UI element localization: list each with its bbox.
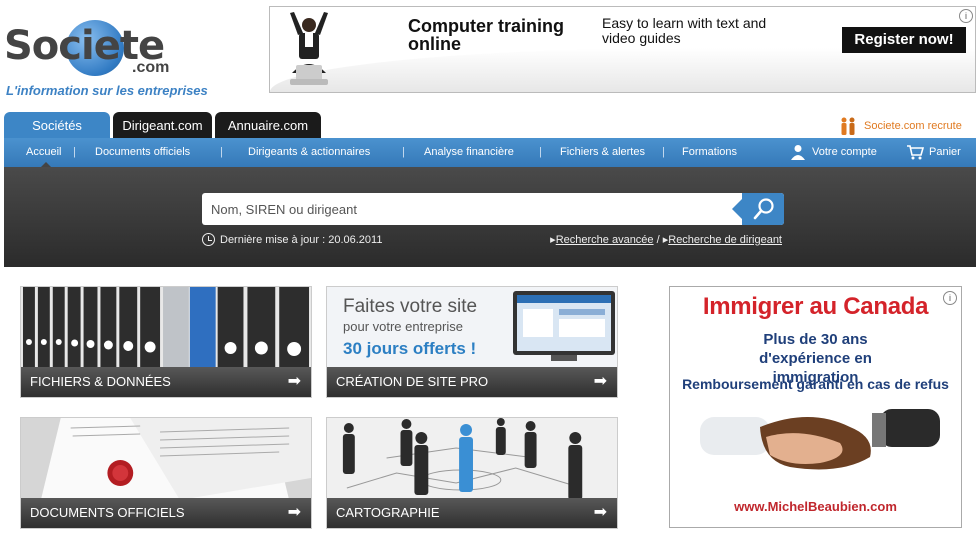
creation-line3: 30 jours offerts ! xyxy=(343,339,477,358)
nav-separator: | xyxy=(539,146,542,158)
advanced-search-link[interactable]: Recherche avancée xyxy=(556,234,654,246)
cart-link[interactable]: Panier xyxy=(906,138,961,166)
woman-laptop-illustration xyxy=(290,12,328,85)
links-separator: / xyxy=(656,234,660,246)
tile-cartographie[interactable]: CARTOGRAPHIE ➡ xyxy=(326,417,618,529)
ad-subtext: Easy to learn with text and video guides xyxy=(602,15,767,46)
creation-art: Faites votre site pour votre entreprise … xyxy=(327,287,617,369)
nav-dirigeants[interactable]: Dirigeants & actionnaires xyxy=(248,138,370,166)
cart-label: Panier xyxy=(929,146,961,158)
search-links: ▸Recherche avancée / ▸Recherche de dirig… xyxy=(550,234,782,246)
ad-swoosh xyxy=(270,48,975,92)
tile-creation-site[interactable]: Faites votre site pour votre entreprise … xyxy=(326,286,618,398)
search-icon xyxy=(753,198,774,220)
clock-icon xyxy=(202,233,215,246)
cart-icon xyxy=(907,145,924,160)
nav-formations[interactable]: Formations xyxy=(682,138,737,166)
documents-image xyxy=(21,418,311,500)
nav-separator: | xyxy=(662,146,665,158)
tab-annuaire[interactable]: Annuaire.com xyxy=(215,112,321,138)
ad-info-icon[interactable]: i xyxy=(943,291,957,305)
ad-headline: Computer training online xyxy=(408,16,564,54)
account-label: Votre compte xyxy=(812,146,877,158)
ad-url: www.MichelBeaubien.com xyxy=(734,499,897,514)
last-update-text: Dernière mise à jour : 20.06.2011 xyxy=(220,233,383,246)
tile-title: CRÉATION DE SITE PRO ➡ xyxy=(327,367,617,397)
nav-separator: | xyxy=(220,146,223,158)
societe-logo[interactable]: Societe .com L'information sur les entre… xyxy=(4,14,224,104)
search-box xyxy=(202,193,784,225)
tile-fichiers-donnees[interactable]: FICHIERS & DONNÉES ➡ xyxy=(20,286,312,398)
handshake-image xyxy=(700,409,940,470)
people-icon xyxy=(841,117,855,135)
logo-tagline: L'information sur les entreprises xyxy=(6,83,208,98)
tile-label: FICHIERS & DONNÉES xyxy=(30,374,171,389)
logo-dotcom: .com xyxy=(132,59,170,76)
nav-separator: | xyxy=(73,146,76,158)
ad-title: Immigrer au Canada xyxy=(702,293,929,320)
register-now-button[interactable]: Register now! xyxy=(842,27,966,53)
creation-line1: Faites votre site xyxy=(343,296,478,317)
main-nav: Accueil | Documents officiels | Dirigean… xyxy=(4,138,976,168)
tile-documents-officiels[interactable]: DOCUMENTS OFFICIELS ➡ xyxy=(20,417,312,529)
tile-title: FICHIERS & DONNÉES ➡ xyxy=(21,367,311,397)
website-mockup-image xyxy=(513,291,615,361)
creation-line2: pour votre entreprise xyxy=(343,319,463,334)
network-people-image xyxy=(327,418,617,500)
arrow-right-icon: ➡ xyxy=(593,373,607,390)
tile-title: DOCUMENTS OFFICIELS ➡ xyxy=(21,498,311,528)
account-link[interactable]: Votre compte xyxy=(790,138,877,166)
tile-label: CARTOGRAPHIE xyxy=(336,505,440,520)
recrute-link[interactable]: Societe.com recrute xyxy=(838,116,962,136)
tile-label: CRÉATION DE SITE PRO xyxy=(336,374,489,389)
search-band: Dernière mise à jour : 20.06.2011 ▸Reche… xyxy=(4,167,976,267)
arrow-right-icon: ➡ xyxy=(287,373,301,390)
search-button[interactable] xyxy=(732,193,784,225)
nav-documents-officiels[interactable]: Documents officiels xyxy=(95,138,190,166)
nav-separator: | xyxy=(402,146,405,158)
tab-dirigeant[interactable]: Dirigeant.com xyxy=(113,112,212,138)
binders-image xyxy=(21,287,311,369)
arrow-right-icon: ➡ xyxy=(287,504,301,521)
main-tabs: Sociétés Dirigeant.com Annuaire.com xyxy=(4,112,321,138)
tab-societes[interactable]: Sociétés xyxy=(4,112,110,138)
immigration-ad[interactable]: Immigrer au Canada Plus de 30 ans d'expé… xyxy=(669,286,962,528)
ad-info-icon[interactable]: i xyxy=(959,9,973,23)
tile-label: DOCUMENTS OFFICIELS xyxy=(30,505,185,520)
tile-title: CARTOGRAPHIE ➡ xyxy=(327,498,617,528)
nav-fichiers-alertes[interactable]: Fichiers & alertes xyxy=(560,138,645,166)
top-banner-ad[interactable]: Computer training online Easy to learn w… xyxy=(269,6,976,93)
last-update: Dernière mise à jour : 20.06.2011 xyxy=(202,233,382,246)
search-input[interactable] xyxy=(202,193,742,225)
user-icon xyxy=(791,145,805,160)
dirigeant-search-link[interactable]: Recherche de dirigeant xyxy=(668,234,782,246)
recrute-label: Societe.com recrute xyxy=(864,120,962,132)
ad-line3: Remboursement garanti en cas de refus xyxy=(682,376,949,392)
arrow-right-icon: ➡ xyxy=(593,504,607,521)
nav-analyse-financiere[interactable]: Analyse financière xyxy=(424,138,514,166)
